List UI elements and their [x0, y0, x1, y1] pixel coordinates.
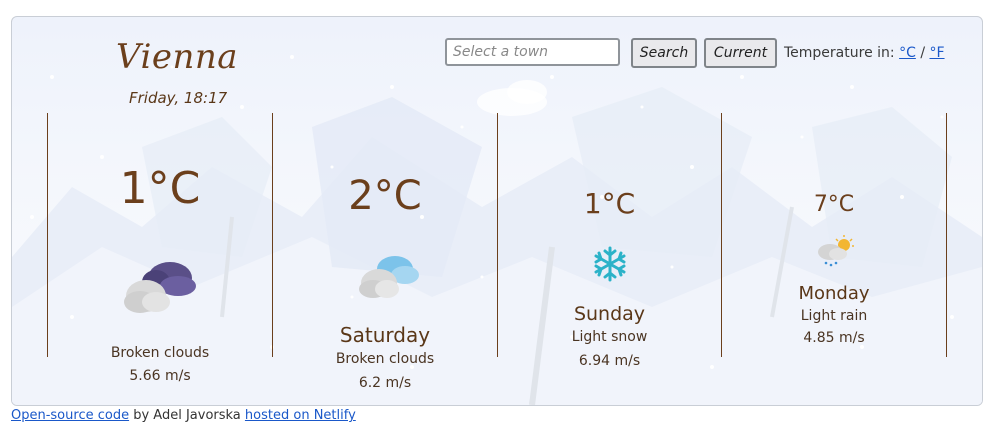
current-location-button[interactable]: Current: [704, 38, 777, 68]
column-divider: [946, 113, 947, 357]
wind-speed: 5.66 m/s: [129, 368, 191, 384]
page-footer: Open-source code by Adel Javorska hosted…: [11, 408, 356, 423]
temperature: 2°C: [348, 173, 422, 219]
forecast-day-sunday: 1°C Sunday Light snow 6.94 m/s: [498, 113, 721, 403]
forecast-day-saturday: 2°C Saturday Broken clouds 6.2 m/s: [273, 113, 497, 403]
units-separator: /: [920, 45, 926, 61]
weather-description: Light snow: [571, 329, 648, 345]
temperature: 1°C: [583, 187, 636, 220]
units-label: Temperature in:: [784, 45, 895, 61]
light-rain-icon: [818, 235, 854, 267]
weather-description: Broken clouds: [335, 351, 435, 367]
broken-clouds-dark-icon: [124, 262, 196, 313]
weather-description: Broken clouds: [110, 345, 210, 361]
temperature: 7°C: [813, 192, 855, 217]
forecast-day-monday: 7°C Monday Light rain 4.85 m/s: [722, 113, 946, 403]
wind-speed: 4.85 m/s: [803, 330, 865, 346]
temperature: 1°C: [119, 163, 201, 214]
date-time: Friday, 18:17: [129, 89, 228, 107]
wind-speed: 6.2 m/s: [358, 375, 412, 391]
netlify-link[interactable]: hosted on Netlify: [245, 408, 356, 423]
celsius-link[interactable]: °C: [899, 45, 916, 61]
weather-description: Light rain: [800, 308, 868, 324]
wind-speed: 6.94 m/s: [578, 353, 641, 369]
city-name: Vienna: [116, 37, 239, 77]
day-name: Monday: [798, 283, 870, 304]
day-name: Saturday: [339, 323, 431, 347]
town-search-input[interactable]: [445, 38, 620, 66]
broken-clouds-blue-icon: [359, 256, 419, 298]
author-text: by Adel Javorska: [129, 408, 245, 423]
snowflake-icon: [594, 246, 626, 282]
open-source-code-link[interactable]: Open-source code: [11, 408, 129, 423]
day-name: Sunday: [573, 303, 646, 325]
temperature-units: Temperature in: °C / °F: [784, 45, 945, 61]
fahrenheit-link[interactable]: °F: [929, 45, 944, 61]
weather-card: Vienna Friday, 18:17 Search Current Temp…: [11, 16, 983, 406]
search-button[interactable]: Search: [631, 38, 697, 68]
forecast-day-today: 1°C Broken clouds 5.66 m/s: [48, 113, 272, 403]
